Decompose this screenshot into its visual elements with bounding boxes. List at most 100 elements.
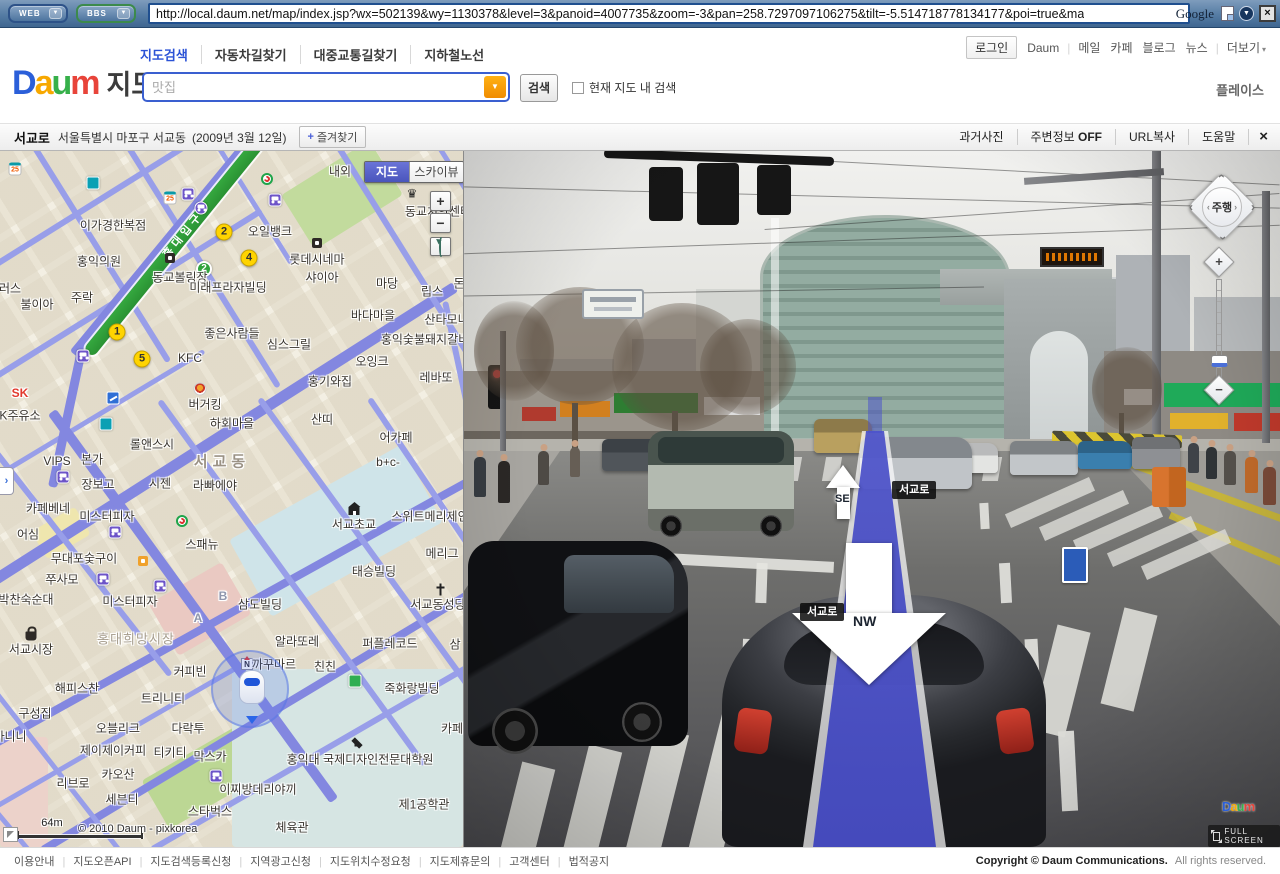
search-button[interactable]: 검색 bbox=[520, 74, 558, 102]
drive-button[interactable]: ‹ 주행 › bbox=[1202, 187, 1242, 227]
road-name-label[interactable]: 서교로 bbox=[892, 481, 936, 499]
map-label: A bbox=[194, 611, 203, 625]
add-page-icon[interactable] bbox=[1221, 6, 1234, 21]
refresh-icon bbox=[439, 237, 443, 257]
map-label: 본가 bbox=[81, 451, 103, 468]
tab-대중교통길찾기[interactable]: 대중교통길찾기 bbox=[300, 45, 398, 64]
pano-zoom-handle[interactable] bbox=[1211, 355, 1228, 367]
black-sedan bbox=[468, 541, 688, 746]
toolbar-menu-icon[interactable]: ▼ bbox=[1239, 6, 1254, 21]
plus-icon: + bbox=[1208, 251, 1230, 273]
search-in-map-option: 현재 지도 내 검색 bbox=[572, 79, 676, 96]
footer-link[interactable]: 지도오픈API bbox=[54, 853, 131, 869]
map-label: 스타벅스 bbox=[188, 803, 232, 820]
tab-자동차길찾기[interactable]: 자동차길찾기 bbox=[201, 45, 287, 64]
gnb-link[interactable]: 카페 bbox=[1110, 39, 1132, 56]
favorite-button[interactable]: + 즐겨찾기 bbox=[299, 126, 367, 148]
panel-collapse-tab[interactable]: › bbox=[0, 467, 14, 495]
route-ribbon-far bbox=[868, 397, 882, 433]
map-label: 이찌방데리야끼 bbox=[219, 781, 296, 798]
map-label: 퍼플레코드 bbox=[362, 635, 417, 652]
map-label: 친친 bbox=[314, 658, 336, 675]
road-name-label[interactable]: 서교로 bbox=[800, 603, 844, 621]
map-label: 스위트메리제인 bbox=[391, 508, 463, 525]
checkbox-label: 현재 지도 내 검색 bbox=[589, 79, 676, 96]
copyright-strong: Copyright © Daum Communications. bbox=[976, 855, 1168, 867]
map-mode-button[interactable]: 지도 bbox=[365, 162, 409, 182]
bank-icon bbox=[107, 392, 120, 405]
close-roadview-button[interactable]: × bbox=[1248, 129, 1280, 145]
url-copy-button[interactable]: URL복사 bbox=[1115, 129, 1188, 145]
map-label: 삼 bbox=[449, 636, 460, 653]
help-button[interactable]: 도움말 bbox=[1188, 129, 1248, 145]
map-label: 홍익숯불돼지갈비 bbox=[381, 331, 463, 348]
more-menu[interactable]: 더보기▾ bbox=[1227, 39, 1266, 56]
nearby-info-button[interactable]: 주변정보 OFF bbox=[1017, 129, 1116, 145]
fullscreen-button[interactable]: FULL SCREEN bbox=[1208, 825, 1280, 847]
fullscreen-label: FULL SCREEN bbox=[1224, 827, 1275, 845]
panel-divider bbox=[463, 151, 464, 847]
nav-right-icon[interactable]: › bbox=[1247, 201, 1259, 213]
checkbox[interactable] bbox=[572, 82, 584, 94]
map-mode-toggle: 지도 스카이뷰 bbox=[364, 161, 463, 183]
parking-icon bbox=[87, 177, 100, 190]
tree bbox=[700, 319, 796, 415]
fullscreen-icon bbox=[1213, 832, 1220, 841]
footer-link[interactable]: 지역광고신청 bbox=[231, 853, 311, 869]
map-zoom-out-button[interactable]: − bbox=[430, 213, 451, 233]
tab-지하철노선[interactable]: 지하철노선 bbox=[410, 45, 484, 64]
daum-home-link[interactable]: Daum bbox=[1027, 41, 1059, 55]
daum-map-logo[interactable]: Daum 지도 bbox=[12, 66, 156, 100]
past-photo-button[interactable]: 과거사진 bbox=[946, 129, 1016, 145]
bbs-dropdown[interactable]: BBS ▼ bbox=[76, 4, 136, 23]
drive-nav-pad[interactable]: ‹ ‹ ‹ › ‹ 주행 › bbox=[1186, 171, 1258, 243]
poi-icon bbox=[165, 253, 175, 263]
footer-link[interactable]: 고객센터 bbox=[490, 853, 549, 869]
footer-link[interactable]: 지도검색등록신청 bbox=[132, 853, 232, 869]
forward-arrow-icon[interactable] bbox=[826, 465, 860, 488]
route-badge[interactable]: 1 bbox=[109, 324, 126, 341]
led-sign bbox=[1040, 247, 1104, 267]
map-label: 체육관 bbox=[275, 819, 308, 836]
search-history-dropdown-icon[interactable]: ▼ bbox=[484, 76, 506, 98]
footer-link[interactable]: 지도위치수정요청 bbox=[311, 853, 411, 869]
map-panel[interactable]: 홍대입구 2 2525♛N 이가경한복점홍익의원동교볼링장미래프라자빌딩내외오일… bbox=[0, 151, 463, 847]
tab-지도검색[interactable]: 지도검색 bbox=[140, 45, 188, 64]
drive-label: 주행 bbox=[1212, 199, 1232, 215]
gnb-link[interactable]: 뉴스 bbox=[1186, 39, 1208, 56]
skyview-mode-button[interactable]: 스카이뷰 bbox=[409, 162, 463, 182]
route-badge[interactable]: 2 bbox=[216, 224, 233, 241]
map-refresh-button[interactable] bbox=[430, 237, 451, 256]
login-button[interactable]: 로그인 bbox=[966, 36, 1017, 59]
place-link[interactable]: 플레이스 bbox=[1216, 80, 1264, 99]
roadview-photo[interactable]: SE NW 서교로 서교로 ‹ ‹ ‹ › ‹ 주행 › + − bbox=[464, 151, 1280, 847]
map-zoom-in-button[interactable]: + bbox=[430, 191, 451, 211]
nav-down-icon[interactable]: ‹ bbox=[1216, 232, 1228, 244]
bus-stop-icon bbox=[57, 471, 70, 484]
web-dropdown[interactable]: WEB ▼ bbox=[8, 4, 68, 23]
subway-station-icon bbox=[195, 202, 208, 215]
nav-left-icon[interactable]: ‹ bbox=[1185, 201, 1197, 213]
gnb-link[interactable]: 블로그 bbox=[1143, 39, 1176, 56]
burgerking-icon bbox=[194, 383, 207, 396]
backward-arrow-stem[interactable] bbox=[846, 543, 892, 615]
route-badge[interactable]: 4 bbox=[241, 250, 258, 267]
map-label: 시젠 bbox=[149, 475, 171, 492]
bus-stop-icon bbox=[269, 194, 282, 207]
nav-left-mini-icon: ‹ bbox=[1207, 202, 1210, 212]
nav-up-icon[interactable]: ‹ bbox=[1216, 170, 1228, 182]
search-input[interactable] bbox=[152, 76, 482, 98]
toolbar-close-icon[interactable]: × bbox=[1259, 5, 1276, 22]
address-bar[interactable]: http://local.daum.net/map/index.jsp?wx=5… bbox=[148, 3, 1190, 24]
footer-link[interactable]: 지도제휴문의 bbox=[411, 853, 491, 869]
gnb-link[interactable]: 메일 bbox=[1078, 39, 1100, 56]
footer-link[interactable]: 법적공지 bbox=[550, 853, 609, 869]
map-label: 세븐티 bbox=[105, 791, 138, 808]
footer-link[interactable]: 이용안내 bbox=[14, 853, 54, 869]
map-label: 삼도빌딩 bbox=[238, 596, 282, 613]
pedestrian bbox=[1224, 451, 1236, 485]
route-badge[interactable]: 5 bbox=[134, 351, 151, 368]
logo-letter: u bbox=[51, 64, 70, 102]
roadview-position-marker[interactable] bbox=[211, 650, 289, 728]
map-resize-corner[interactable] bbox=[3, 827, 18, 842]
